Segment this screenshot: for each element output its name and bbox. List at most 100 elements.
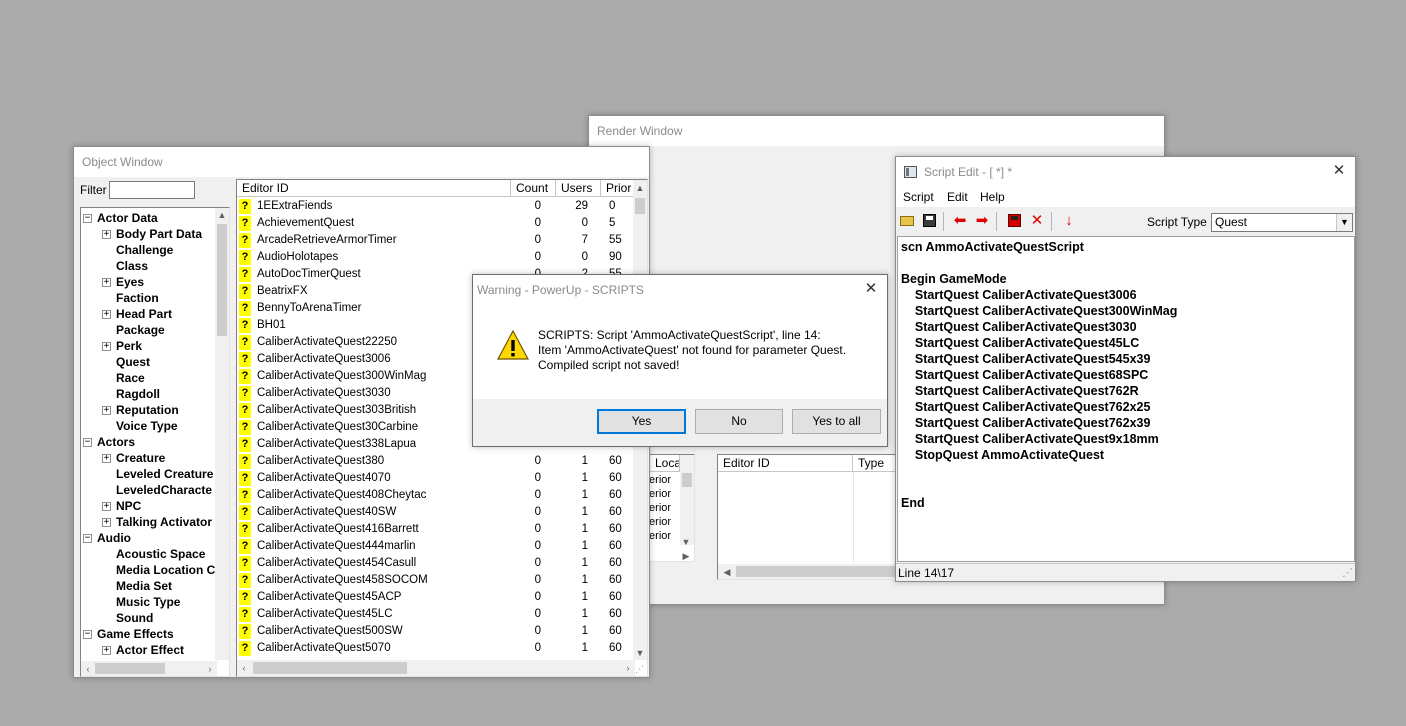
list-row[interactable]: ? CaliberActivateQuest45LC 0 1 60 xyxy=(237,606,635,623)
tree-item[interactable]: Media Location C xyxy=(81,562,217,578)
render-editor-list[interactable]: Editor ID Type ◀ xyxy=(717,454,899,580)
next-script-icon[interactable]: ➡ xyxy=(972,211,992,231)
warning-dialog-titlebar[interactable]: Warning - PowerUp - SCRIPTS xyxy=(473,275,887,305)
dialog-close-icon[interactable]: ✕ xyxy=(863,281,879,297)
list-row[interactable]: ? CaliberActivateQuest408Cheytac 0 1 60 xyxy=(237,487,635,504)
script-type-select[interactable]: Quest ▼ xyxy=(1211,213,1353,232)
render-location-list[interactable]: Loca teriorteriorteriorteriorterior ▼ ▶ xyxy=(649,454,695,562)
list-row[interactable]: ? AudioHolotapes 0 0 90 xyxy=(237,249,635,266)
tree-item[interactable]: + Talking Activator xyxy=(81,514,217,530)
tree-item[interactable]: + Eyes xyxy=(81,274,217,290)
tree-item[interactable]: + Creature xyxy=(81,450,217,466)
expand-icon[interactable]: + xyxy=(102,342,111,351)
list-row[interactable]: ? ArcadeRetrieveArmorTimer 0 7 55 xyxy=(237,232,635,249)
tree-scroll-up-icon[interactable]: ▲ xyxy=(215,208,229,222)
col-prior[interactable]: Prior xyxy=(601,180,635,197)
tree-item[interactable]: Ragdoll xyxy=(81,386,217,402)
yes-button[interactable]: Yes xyxy=(597,409,686,434)
scroll-left-icon[interactable]: ◀ xyxy=(720,565,734,579)
tree-item[interactable]: + Actor Effect xyxy=(81,642,217,658)
expand-icon[interactable]: + xyxy=(102,518,111,527)
list-scroll-down-icon[interactable]: ▼ xyxy=(633,646,647,660)
resize-grip-icon[interactable]: ⋰ xyxy=(635,664,645,674)
list-scroll-left-icon[interactable]: ‹ xyxy=(237,661,251,675)
menu-script[interactable]: Script xyxy=(903,187,934,207)
location-item[interactable]: terior xyxy=(650,515,671,529)
tree-scroll-right-icon[interactable]: › xyxy=(203,662,217,676)
list-row[interactable]: ? CaliberActivateQuest444marlin 0 1 60 xyxy=(237,538,635,555)
tree-item[interactable]: + NPC xyxy=(81,498,217,514)
tree-item[interactable]: Class xyxy=(81,258,217,274)
list-scroll-thumb[interactable] xyxy=(635,198,645,214)
render-location-header[interactable]: Loca xyxy=(650,455,680,472)
object-window-titlebar[interactable]: Object Window xyxy=(74,147,649,177)
save-disk-icon[interactable] xyxy=(919,211,939,231)
warning-dialog[interactable]: Warning - PowerUp - SCRIPTS ✕ SCRIPTS: S… xyxy=(472,274,888,447)
list-row[interactable]: ? CaliberActivateQuest380 0 1 60 xyxy=(237,453,635,470)
script-edit-window[interactable]: Script Edit - [ *] * ✕ Script Edit Help … xyxy=(895,156,1356,582)
list-row[interactable]: ? CaliberActivateQuest45ACP 0 1 60 xyxy=(237,589,635,606)
tree-scroll-thumb[interactable] xyxy=(217,224,227,336)
previous-script-icon[interactable]: ⬅ xyxy=(950,211,970,231)
save-red-disk-icon[interactable] xyxy=(1004,211,1024,231)
script-edit-titlebar[interactable]: Script Edit - [ *] * xyxy=(896,157,1355,187)
location-item[interactable]: terior xyxy=(650,501,671,515)
collapse-icon[interactable]: − xyxy=(83,438,92,447)
list-row[interactable]: ? AchievementQuest 0 0 5 xyxy=(237,215,635,232)
tree-scroll-left-icon[interactable]: ‹ xyxy=(81,662,95,676)
list-row[interactable]: ? CaliberActivateQuest40SW 0 1 60 xyxy=(237,504,635,521)
render-col-type[interactable]: Type xyxy=(853,455,898,472)
expand-icon[interactable]: + xyxy=(102,230,111,239)
collapse-icon[interactable]: − xyxy=(83,630,92,639)
tree-item[interactable]: Sound xyxy=(81,610,217,626)
list-row[interactable]: ? 1EExtraFiends 0 29 0 xyxy=(237,198,635,215)
arrow-down-icon[interactable]: ↓ xyxy=(1059,211,1079,231)
list-row[interactable]: ? CaliberActivateQuest458SOCOM 0 1 60 xyxy=(237,572,635,589)
col-users[interactable]: Users xyxy=(556,180,601,197)
location-item[interactable]: terior xyxy=(650,473,671,487)
expand-icon[interactable]: + xyxy=(102,502,111,511)
tree-item[interactable]: Challenge xyxy=(81,242,217,258)
col-editor-id[interactable]: Editor ID xyxy=(237,180,511,197)
tree-item[interactable]: − Actor Data xyxy=(81,210,217,226)
list-row[interactable]: ? CaliberActivateQuest500SW 0 1 60 xyxy=(237,623,635,640)
tree-item[interactable]: Quest xyxy=(81,354,217,370)
menu-edit[interactable]: Edit xyxy=(947,187,968,207)
tree-item[interactable]: LeveledCharacte xyxy=(81,482,217,498)
list-scroll-up-icon[interactable]: ▲ xyxy=(633,181,647,195)
tree-item[interactable]: − Actors xyxy=(81,434,217,450)
expand-icon[interactable]: + xyxy=(102,310,111,319)
tree-item[interactable]: Package xyxy=(81,322,217,338)
resize-grip-icon[interactable]: ⋰ xyxy=(1342,566,1353,579)
expand-icon[interactable]: + xyxy=(102,646,111,655)
expand-icon[interactable]: + xyxy=(102,454,111,463)
render-window-titlebar[interactable]: Render Window xyxy=(589,116,1164,146)
col-count[interactable]: Count xyxy=(511,180,556,197)
script-code-editor[interactable]: scn AmmoActivateQuestScript Begin GameMod… xyxy=(897,236,1355,562)
collapse-icon[interactable]: − xyxy=(83,214,92,223)
yes-to-all-button[interactable]: Yes to all xyxy=(792,409,881,434)
tree-item[interactable]: Acoustic Space xyxy=(81,546,217,562)
chevron-down-icon[interactable]: ▼ xyxy=(1336,214,1352,231)
tree-item[interactable]: − Audio xyxy=(81,530,217,546)
script-edit-close-icon[interactable]: ✕ xyxy=(1331,163,1347,179)
tree-item[interactable]: Faction xyxy=(81,290,217,306)
expand-icon[interactable]: + xyxy=(102,406,111,415)
tree-item[interactable]: Leveled Creature xyxy=(81,466,217,482)
tree-item[interactable]: Media Set xyxy=(81,578,217,594)
tree-item[interactable]: Music Type xyxy=(81,594,217,610)
tree-item[interactable]: Voice Type xyxy=(81,418,217,434)
expand-icon[interactable]: + xyxy=(102,278,111,287)
location-item[interactable]: terior xyxy=(650,529,671,543)
tree-item[interactable]: − Game Effects xyxy=(81,626,217,642)
list-row[interactable]: ? CaliberActivateQuest454Casull 0 1 60 xyxy=(237,555,635,572)
delete-script-icon[interactable]: ✕ xyxy=(1027,211,1047,231)
tree-item[interactable]: + Reputation xyxy=(81,402,217,418)
list-hscroll-thumb[interactable] xyxy=(253,662,407,674)
list-row[interactable]: ? CaliberActivateQuest5070 0 1 60 xyxy=(237,640,635,657)
chevron-down-icon[interactable]: ▼ xyxy=(679,535,693,549)
render-col-editor-id[interactable]: Editor ID xyxy=(718,455,853,472)
location-item[interactable]: terior xyxy=(650,487,671,501)
tree-item[interactable]: + Head Part xyxy=(81,306,217,322)
collapse-icon[interactable]: − xyxy=(83,534,92,543)
